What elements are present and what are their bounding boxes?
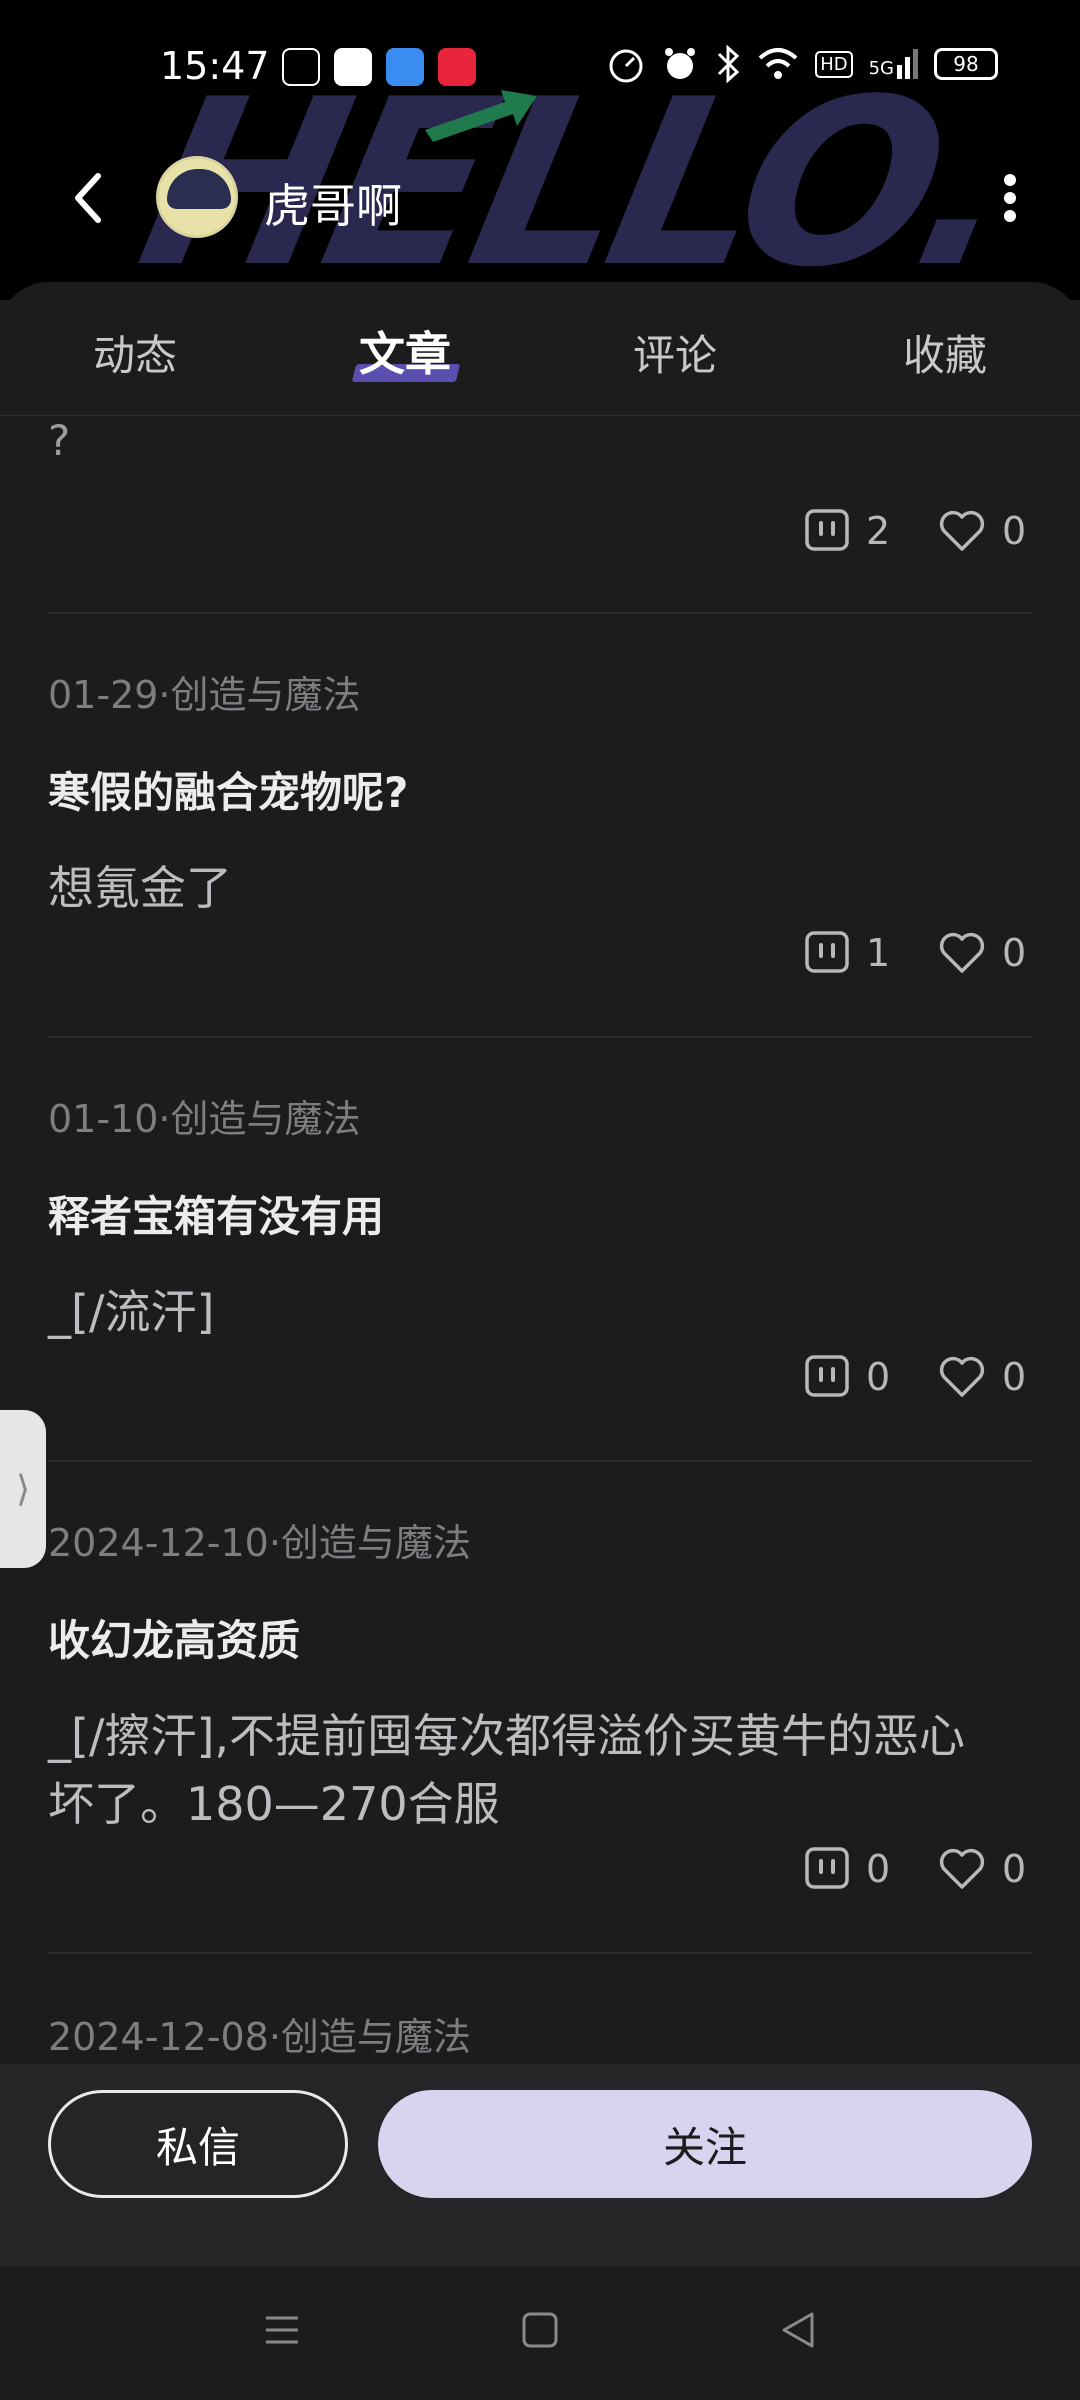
- post-title: 寒假的融合宠物呢?: [48, 768, 409, 817]
- system-status-icons: HD 5G 98: [607, 44, 998, 84]
- back-icon[interactable]: [778, 2310, 818, 2350]
- post-stats: 2 0: [804, 508, 1032, 554]
- side-drawer-handle[interactable]: ⟩: [0, 1410, 46, 1568]
- article-item[interactable]: 01-29·创造与魔法 寒假的融合宠物呢? 想氪金了 1 0: [48, 664, 1032, 975]
- user-avatar[interactable]: [156, 156, 238, 238]
- article-item[interactable]: 2024-12-10·创造与魔法 收幻龙高资质 _[/擦汗],不提前囤每次都得溢…: [48, 1512, 1032, 1891]
- network-type: 5G: [868, 58, 894, 79]
- post-stats: 0 0: [804, 1354, 1032, 1400]
- tab-moments[interactable]: 动态: [35, 322, 235, 383]
- comment-icon: [805, 1847, 849, 1889]
- post-body: _[/擦汗],不提前囤每次都得溢价买黄牛的恶心 坏了。180—270合服: [48, 1702, 1032, 1838]
- post-body-line: 坏了。180—270合服: [48, 1777, 500, 1831]
- like-count[interactable]: 0: [938, 1847, 1032, 1891]
- speed-icon: [609, 49, 643, 83]
- article-item[interactable]: 2024-12-08·创造与魔法: [48, 2006, 1032, 2061]
- menu-icon[interactable]: [262, 2310, 302, 2350]
- comment-count[interactable]: 0: [804, 1354, 896, 1400]
- post-divider: [48, 612, 1032, 614]
- more-options-icon[interactable]: [990, 168, 1030, 228]
- wifi-icon: [758, 48, 798, 79]
- status-time: 15:47: [160, 44, 270, 88]
- post-meta: 01-10·创造与魔法: [48, 1097, 361, 1141]
- app-blue-icon: [386, 48, 424, 86]
- post-divider: [48, 1460, 1032, 1462]
- post-divider: [48, 1036, 1032, 1038]
- tab-favorites[interactable]: 收藏: [845, 322, 1045, 383]
- user-name[interactable]: 虎哥啊: [264, 170, 402, 236]
- post-divider: [48, 1952, 1032, 1954]
- signal-5g-icon: 5G: [869, 49, 918, 79]
- post-title: 释者宝箱有没有用: [48, 1192, 385, 1241]
- back-arrow-icon[interactable]: [60, 168, 120, 228]
- heart-icon: [939, 1848, 985, 1889]
- post-stats: 0 0: [804, 1846, 1032, 1892]
- heart-icon: [939, 1356, 985, 1397]
- comment-count[interactable]: 2: [804, 508, 896, 554]
- status-bar: 15:47 HD 5G 98: [0, 0, 1080, 135]
- battery-indicator: 98: [934, 48, 998, 80]
- comment-icon: [805, 1355, 849, 1397]
- comment-count[interactable]: 0: [804, 1846, 896, 1892]
- article-item[interactable]: 01-10·创造与魔法 释者宝箱有没有用 _[/流汗] 0 0: [48, 1088, 1032, 1399]
- post-title: 收幻龙高资质: [48, 1616, 301, 1665]
- post-body-line: _[/擦汗],不提前囤每次都得溢价买黄牛的恶心: [48, 1709, 966, 1763]
- like-count[interactable]: 0: [938, 1355, 1032, 1399]
- home-icon[interactable]: [520, 2310, 560, 2350]
- xiaohongshu-icon: [438, 48, 476, 86]
- post-body: 想氪金了: [48, 861, 232, 915]
- private-message-button[interactable]: 私信: [48, 2090, 348, 2198]
- system-navigation-bar: [0, 2266, 1080, 2400]
- bluetooth-icon: [718, 44, 740, 84]
- profile-tabs: 动态 文章 评论 收藏: [0, 282, 1080, 416]
- profile-action-bar: 私信 关注: [0, 2064, 1080, 2266]
- post-meta: 2024-12-10·创造与魔法: [48, 1521, 471, 1565]
- post-meta: 01-29·创造与魔法: [48, 673, 361, 717]
- comment-count[interactable]: 1: [804, 930, 896, 976]
- like-count[interactable]: 0: [938, 509, 1032, 553]
- tiktok-icon: [282, 48, 320, 86]
- heart-icon: [939, 510, 985, 551]
- post-meta: 2024-12-08·创造与魔法: [48, 2015, 471, 2059]
- app-red-icon: [334, 48, 372, 86]
- post-stats: 1 0: [804, 930, 1032, 976]
- heart-icon: [939, 932, 985, 973]
- comment-icon: [805, 509, 849, 551]
- post-body: _[/流汗]: [48, 1285, 215, 1339]
- tab-articles[interactable]: 文章: [305, 318, 505, 384]
- alarm-icon: [665, 48, 696, 79]
- like-count[interactable]: 0: [938, 931, 1032, 975]
- hd-icon: HD: [815, 50, 853, 78]
- notification-icons: [282, 48, 476, 86]
- follow-button[interactable]: 关注: [378, 2090, 1032, 2198]
- tab-comments[interactable]: 评论: [575, 322, 775, 383]
- post-body-fragment: ?: [48, 416, 71, 465]
- comment-icon: [805, 931, 849, 973]
